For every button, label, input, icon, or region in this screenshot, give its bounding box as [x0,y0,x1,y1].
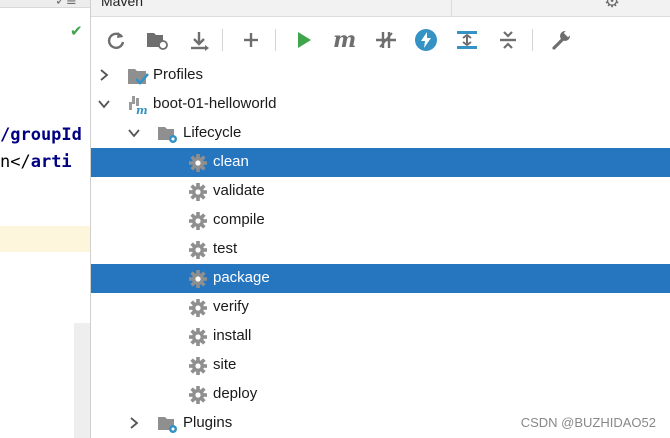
tree-node-label: boot-01-helloworld [153,95,277,112]
editor-status-glyph: ✓≡ [55,0,77,9]
reload-button[interactable] [101,25,131,55]
chevron-down-icon[interactable] [97,97,111,111]
gear-icon [189,212,207,230]
tree-node-profiles[interactable]: Profiles [91,61,670,90]
tree-node-label: site [213,356,237,373]
download-sources-button[interactable] [184,25,214,55]
toggle-offline-mode-button[interactable] [411,25,441,55]
tree-node-label: deploy [213,385,258,402]
maven-tool-window: Maven ⚙ m Profiles m boot-01-helloworld … [90,0,670,438]
folder-reload-icon [147,33,168,50]
gear-icon [189,154,207,172]
gear-icon [189,386,207,404]
reload-icon [107,32,125,49]
tree-node-label: compile [213,211,265,228]
generate-sources-button[interactable] [142,25,172,55]
header-divider [451,0,452,16]
gear-icon [189,299,207,317]
maven-goal-icon: m [333,29,356,51]
tool-window-header: Maven ⚙ [91,0,670,17]
svg-text:m: m [333,29,356,51]
tree-node-label: Lifecycle [183,124,242,141]
code-tag: arti [30,152,72,172]
tree-node-label: validate [213,182,265,199]
toolbar-separator [222,29,223,51]
maven-settings-button[interactable] [546,25,576,55]
tree-node-phase-verify[interactable]: verify [91,293,670,322]
tree-node-phase-test[interactable]: test [91,235,670,264]
toolbar-separator [532,29,533,51]
tree-node-label: install [213,327,252,344]
plus-icon [244,33,258,47]
tree-node-label: clean [213,153,249,170]
execute-maven-goal-button[interactable]: m [330,25,360,55]
add-project-button[interactable] [236,25,266,55]
tree-node-label: Profiles [153,66,204,83]
tree-node-label: Plugins [183,414,233,431]
svg-text:m: m [136,104,148,115]
settings-wrench-icon [552,29,572,50]
gear-icon [189,270,207,288]
toggle-skip-tests-button[interactable] [371,25,401,55]
watermark-text: CSDN @BUZHIDAO52 [520,415,656,430]
code-editor-strip: ✓≡ ✔ /groupId n</arti [0,0,90,438]
profiles-folder-icon [128,69,149,85]
tree-node-phase-deploy[interactable]: deploy [91,380,670,409]
collapse-all-button[interactable] [493,25,523,55]
lifecycle-folder-icon [158,127,177,143]
chevron-down-icon[interactable] [127,126,141,140]
skip-tests-icon [376,32,396,48]
gear-icon [189,357,207,375]
tree-node-phase-compile[interactable]: compile [91,206,670,235]
toolbar-separator [275,29,276,51]
editor-scroll-area [74,323,90,438]
tree-node-lifecycle[interactable]: Lifecycle [91,119,670,148]
code-line-group-id[interactable]: /groupId [0,125,82,145]
maven-toolbar: m [91,17,670,63]
maven-project-icon: m [129,96,148,115]
offline-icon [415,29,437,51]
gear-icon [189,241,207,259]
gear-icon [189,183,207,201]
current-line-highlight [0,226,90,252]
tree-node-label: package [213,269,270,286]
check-icon: ✔ [70,22,83,40]
gear-icon[interactable]: ⚙ [604,0,620,12]
code-line-artifact-id[interactable]: n</arti [0,152,72,172]
code-text: n</ [0,152,31,172]
tree-node-phase-validate[interactable]: validate [91,177,670,206]
download-icon [191,32,209,51]
tree-node-label: test [213,240,238,257]
tree-node-project[interactable]: m boot-01-helloworld [91,90,670,119]
plugins-folder-icon [158,417,177,433]
tree-node-phase-install[interactable]: install [91,322,670,351]
tree-node-phase-package[interactable]: package [91,264,670,293]
show-dependencies-icon [457,31,477,49]
tree-node-phase-site[interactable]: site [91,351,670,380]
tool-window-title: Maven [101,0,144,9]
run-button[interactable] [289,25,319,55]
show-dependencies-button[interactable] [452,25,482,55]
tree-node-phase-clean[interactable]: clean [91,148,670,177]
collapse-all-icon [500,31,516,49]
tree-node-label: verify [213,298,249,315]
gear-icon [189,328,207,346]
chevron-right-icon[interactable] [97,68,111,82]
chevron-right-icon[interactable] [127,416,141,430]
run-icon [298,32,311,48]
